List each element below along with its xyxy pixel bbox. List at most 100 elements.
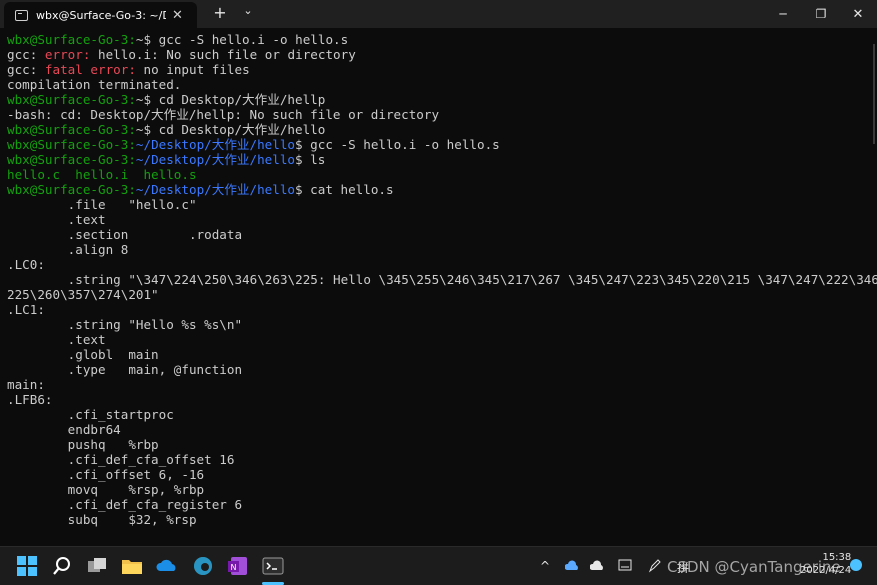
clock-time: 15:38 xyxy=(822,552,852,563)
terminal-line: .cfi_def_cfa_register 6 xyxy=(7,497,242,512)
terminal-text: no input files xyxy=(143,62,250,77)
terminal-line: .string "\347\224\250\346\263\225: Hello… xyxy=(7,272,877,287)
terminal-line: endbr64 xyxy=(7,422,121,437)
task-view-icon[interactable] xyxy=(86,555,108,577)
terminal-text: .LC0: xyxy=(7,257,45,272)
terminal-text: ~/Desktop/大作业/hello xyxy=(135,137,296,152)
terminal-line: hello.c hello.i hello.s xyxy=(7,167,197,182)
terminal-text: $ ls xyxy=(295,152,326,167)
terminal-text: wbx@Surface-Go-3: xyxy=(7,182,136,197)
terminal-text: .align 8 xyxy=(7,242,129,257)
notification-icon[interactable] xyxy=(849,558,863,572)
terminal-text: ~$ gcc -S hello.i -o hello.s xyxy=(135,32,349,47)
terminal-text: .type main, @function xyxy=(7,362,243,377)
terminal-text: subq $32, %rsp xyxy=(7,512,197,527)
terminal-line: .file "hello.c" xyxy=(7,197,197,212)
terminal-line: .text xyxy=(7,332,106,347)
terminal-line: -bash: cd: Desktop/大作业/hellp: No such fi… xyxy=(7,107,439,122)
start-icon[interactable] xyxy=(16,555,38,577)
terminal-text: main: xyxy=(7,377,45,392)
terminal-line: .section .rodata xyxy=(7,227,242,242)
terminal-output[interactable]: wbx@Surface-Go-3:~$ gcc -S hello.i -o he… xyxy=(0,31,877,545)
taskbar-clock[interactable]: 15:38 2022/4/24 xyxy=(800,551,851,577)
onedrive-icon[interactable] xyxy=(156,555,178,577)
terminal-text: wbx@Surface-Go-3: xyxy=(7,137,136,152)
terminal-text: .cfi_startproc xyxy=(7,407,174,422)
terminal-line: movq %rsp, %rbp xyxy=(7,482,204,497)
maximize-button[interactable]: ❐ xyxy=(803,0,839,28)
terminal-line: gcc: fatal error: no input files xyxy=(7,62,250,77)
terminal-line: pushq %rbp xyxy=(7,437,159,452)
terminal-text: gcc: xyxy=(7,62,45,77)
pen-tray-icon[interactable] xyxy=(648,558,662,573)
terminal-text: hello.i: No such file or directory xyxy=(98,47,356,62)
terminal-line: .text xyxy=(7,212,106,227)
terminal-line: wbx@Surface-Go-3:~$ cd Desktop/大作业/hellp xyxy=(7,92,325,107)
terminal-icon[interactable] xyxy=(262,555,284,577)
terminal-line: .LFB6: xyxy=(7,392,53,407)
terminal-text: .text xyxy=(7,332,106,347)
new-tab-button[interactable]: + xyxy=(211,3,229,23)
file-explorer-icon[interactable] xyxy=(121,555,143,577)
terminal-text: $ gcc -S hello.i -o hello.s xyxy=(295,137,500,152)
terminal-line: main: xyxy=(7,377,45,392)
terminal-line: wbx@Surface-Go-3:~$ cd Desktop/大作业/hello xyxy=(7,122,325,137)
terminal-line: .cfi_offset 6, -16 xyxy=(7,467,204,482)
terminal-line: .cfi_startproc xyxy=(7,407,174,422)
terminal-line: .type main, @function xyxy=(7,362,242,377)
clock-date: 2022/4/24 xyxy=(800,565,852,576)
onenote-icon[interactable]: N xyxy=(227,555,249,577)
tab-title: wbx@Surface-Go-3: ~/De: xyxy=(36,8,166,22)
terminal-tab-icon xyxy=(15,9,28,21)
taskbar: N ^ 拼 CSDN @CyanTangerine 15:38 2022/4/2… xyxy=(0,546,877,585)
terminal-text: .cfi_def_cfa_offset 16 xyxy=(7,452,235,467)
terminal-text: wbx@Surface-Go-3: xyxy=(7,152,136,167)
terminal-text: hello.c hello.i hello.s xyxy=(7,167,197,182)
terminal-text: ~$ cd Desktop/大作业/hellp xyxy=(135,92,326,107)
tab-close-icon[interactable]: ✕ xyxy=(172,8,183,23)
terminal-line: .align 8 xyxy=(7,242,129,257)
terminal-line: .string "Hello %s %s\n" xyxy=(7,317,242,332)
terminal-line: wbx@Surface-Go-3:~$ gcc -S hello.i -o he… xyxy=(7,32,348,47)
terminal-line: 225\260\357\274\201" xyxy=(7,287,159,302)
terminal-text: wbx@Surface-Go-3: xyxy=(7,122,136,137)
terminal-line: wbx@Surface-Go-3:~/Desktop/大作业/hello$ ca… xyxy=(7,182,394,197)
terminal-text: ~/Desktop/大作业/hello xyxy=(135,152,296,167)
terminal-text: wbx@Surface-Go-3: xyxy=(7,32,136,47)
terminal-text: .globl main xyxy=(7,347,159,362)
cloud-tray-icon[interactable] xyxy=(590,560,604,572)
terminal-text: 225\260\357\274\201" xyxy=(7,287,159,302)
terminal-tab[interactable]: wbx@Surface-Go-3: ~/De: ✕ xyxy=(4,2,197,28)
terminal-text: -bash: cd: Desktop/大作业/hellp: No such fi… xyxy=(7,107,440,122)
tray-chevron-icon[interactable]: ^ xyxy=(540,559,550,573)
terminal-line: wbx@Surface-Go-3:~/Desktop/大作业/hello$ ls xyxy=(7,152,325,167)
window-titlebar: wbx@Surface-Go-3: ~/De: ✕ + ⌄ ─ ❐ ✕ xyxy=(0,0,877,28)
terminal-text: .file "hello.c" xyxy=(7,197,197,212)
tab-dropdown-button[interactable]: ⌄ xyxy=(240,4,256,22)
scrollbar[interactable] xyxy=(873,44,875,144)
minimize-button[interactable]: ─ xyxy=(765,0,801,28)
svg-text:N: N xyxy=(231,563,237,572)
terminal-line: .LC1: xyxy=(7,302,45,317)
close-window-button[interactable]: ✕ xyxy=(840,0,876,28)
keyboard-tray-icon[interactable] xyxy=(618,559,632,572)
terminal-text: fatal error: xyxy=(44,62,144,77)
terminal-text: wbx@Surface-Go-3: xyxy=(7,92,136,107)
terminal-text: error: xyxy=(44,47,98,62)
terminal-text: .cfi_def_cfa_register 6 xyxy=(7,497,243,512)
terminal-text: ~/Desktop/大作业/hello xyxy=(135,182,296,197)
terminal-line: gcc: error: hello.i: No such file or dir… xyxy=(7,47,356,62)
terminal-text: compilation terminated. xyxy=(7,77,182,92)
onedrive-tray-icon[interactable] xyxy=(565,560,579,572)
terminal-line: .cfi_def_cfa_offset 16 xyxy=(7,452,235,467)
terminal-line: .globl main xyxy=(7,347,159,362)
terminal-text: .section .rodata xyxy=(7,227,243,242)
terminal-text: endbr64 xyxy=(7,422,121,437)
edge-icon[interactable] xyxy=(192,555,214,577)
terminal-text: .string "\347\224\250\346\263\225: Hello… xyxy=(7,272,877,287)
terminal-text: .LFB6: xyxy=(7,392,53,407)
terminal-text: gcc: xyxy=(7,47,45,62)
terminal-text: .LC1: xyxy=(7,302,45,317)
search-icon[interactable] xyxy=(51,555,73,577)
terminal-line: .LC0: xyxy=(7,257,45,272)
